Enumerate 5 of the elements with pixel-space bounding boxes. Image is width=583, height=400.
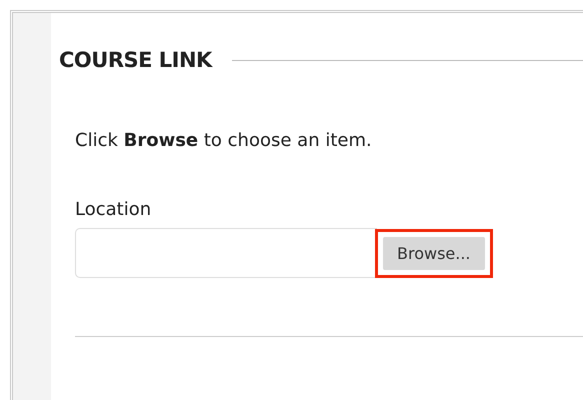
section-title: COURSE LINK [59, 48, 212, 72]
instruction-text: Click Browse to choose an item. [75, 130, 373, 151]
field-label: Location [75, 199, 152, 220]
location-field[interactable] [75, 228, 377, 278]
browse-button[interactable]: Browse... [383, 236, 485, 270]
